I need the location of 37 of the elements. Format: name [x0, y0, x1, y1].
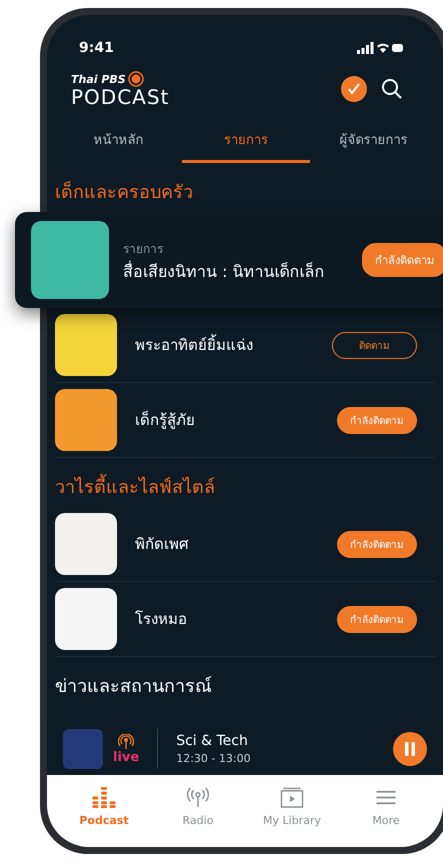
video-library-icon — [280, 787, 304, 808]
follow-button[interactable]: กำลังติดตาม — [337, 406, 417, 434]
antenna-icon — [186, 787, 210, 808]
follow-button[interactable]: ติดตาม — [332, 332, 417, 358]
section-title: เด็กและครอบครัว — [55, 180, 193, 205]
item-title: พระอาทิตย์ยิ้มแฉ่ง — [135, 333, 254, 356]
player-title: Sci & Tech — [176, 733, 249, 749]
pause-icon[interactable] — [393, 732, 427, 766]
nav-tab[interactable]: Podcast — [57, 783, 151, 831]
nav-tab[interactable]: My Library — [245, 783, 339, 831]
follow-button[interactable]: กำลังติดตาม — [362, 243, 443, 277]
featured-card[interactable]: รายการ สื่อเสียงนิทาน : นิทานเด็กเล็ก กำลังติดตาม — [15, 212, 443, 308]
search-icon[interactable] — [381, 78, 403, 100]
nav-tab[interactable]: More — [339, 783, 433, 831]
broadcast-icon — [118, 734, 134, 750]
podcast-logo-icon — [128, 71, 144, 87]
section-title: วาไรตี้และไลฟ์สไตล์ — [55, 472, 215, 501]
logo-wordmark: PODCASt — [71, 87, 170, 107]
nav-tab[interactable]: Radio — [151, 783, 245, 831]
item-title: สื่อเสียงนิทาน : นิทานเด็กเล็ก — [123, 262, 326, 282]
status-time: 9:41 — [79, 40, 114, 56]
section-title: ข่าวและสถานการณ์ — [55, 675, 212, 699]
live-label: live — [113, 750, 140, 764]
tab[interactable]: หน้าหลัก — [55, 123, 182, 163]
tab[interactable]: รายการ — [182, 123, 310, 163]
item-title: โรงหมอ — [135, 609, 188, 630]
item-title: พิกัดเพศ — [135, 534, 190, 555]
player-time: 12:30 - 13:00 — [176, 752, 252, 765]
status-icons — [357, 42, 403, 54]
item-title: เด็กรู้สู้ภัย — [135, 410, 196, 431]
follow-button[interactable]: กำลังติดตาม — [337, 606, 417, 632]
follow-button[interactable]: กำลังติดตาม — [337, 530, 417, 558]
tab[interactable]: ผู้จัดรายการ — [310, 123, 437, 163]
equalizer-icon — [92, 787, 116, 808]
cover-art — [63, 729, 103, 769]
logo-brand: Thai PBS — [71, 72, 126, 86]
item-category: รายการ — [123, 240, 164, 258]
